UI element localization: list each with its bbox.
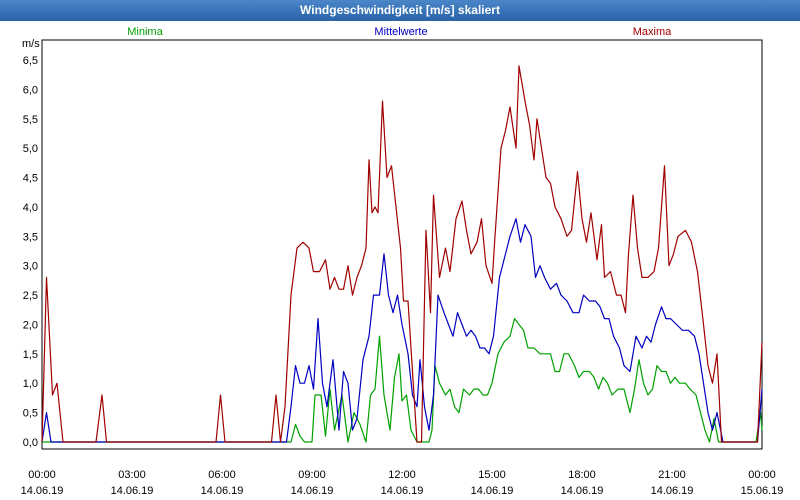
legend-entry-maxima: Maxima (633, 26, 672, 38)
x-tick-time: 00:00 (748, 469, 776, 481)
y-tick-label: 0,0 (23, 437, 38, 449)
x-tick-date: 14.06.19 (291, 485, 334, 497)
x-tick-time: 21:00 (658, 469, 686, 481)
chart-title: Windgeschwindigkeit [m/s] skaliert (300, 3, 500, 17)
x-tick-time: 03:00 (118, 469, 146, 481)
y-tick-label: 6,5 (23, 55, 38, 67)
axes (41, 39, 763, 450)
y-tick-label: 1,5 (23, 349, 38, 361)
x-tick-time: 12:00 (388, 469, 416, 481)
x-tick-time: 06:00 (208, 469, 236, 481)
y-tick-label: 5,5 (23, 114, 38, 126)
y-tick-label: 4,5 (23, 173, 38, 185)
y-tick-label: 3,0 (23, 261, 38, 273)
chart-title-bar: Windgeschwindigkeit [m/s] skaliert (0, 0, 800, 21)
line-chart: 0,0 0,5 1,0 1,5 2,0 2,5 3,0 3,5 4,0 4,5 5,0 5,5 6,0 6… (21, 26, 784, 497)
y-tick-labels: 0,0 0,5 1,0 1,5 2,0 2,5 3,0 3,5 4,0 4,5 5,0 5,5 6,0 6… (23, 55, 38, 449)
x-tick-date: 15.06.19 (741, 485, 784, 497)
plot-area (41, 39, 763, 450)
y-tick-label: 4,0 (23, 202, 38, 214)
y-tick-label: 1,0 (23, 378, 38, 390)
y-tick-label: 0,5 (23, 408, 38, 420)
x-tick-date: 14.06.19 (561, 485, 604, 497)
legend-entry-minima: Minima (127, 26, 163, 38)
x-tick-labels: 00:00 14.06.19 03:00 14.06.19 06:00 14.06.19 0… (21, 469, 784, 497)
x-tick-time: 18:00 (568, 469, 596, 481)
x-tick-time: 15:00 (478, 469, 506, 481)
x-tick-date: 14.06.19 (201, 485, 244, 497)
chart-window: Windgeschwindigkeit [m/s] skaliert 0,0 0,… (0, 0, 800, 500)
x-tick-date: 14.06.19 (21, 485, 64, 497)
legend-entry-mittelwerte: Mittelwerte (374, 26, 427, 38)
y-axis-label: m/s (22, 38, 40, 50)
x-tick-date: 14.06.19 (381, 485, 424, 497)
x-tick-date: 14.06.19 (111, 485, 154, 497)
y-tick-label: 2,5 (23, 290, 38, 302)
x-tick-time: 00:00 (28, 469, 56, 481)
y-tick-label: 6,0 (23, 84, 38, 96)
x-tick-time: 09:00 (298, 469, 326, 481)
x-tick-date: 14.06.19 (471, 485, 514, 497)
y-tick-label: 3,5 (23, 231, 38, 243)
y-tick-label: 2,0 (23, 319, 38, 331)
legend: Minima Mittelwerte Maxima (127, 26, 672, 38)
y-tick-label: 5,0 (23, 143, 38, 155)
x-tick-date: 14.06.19 (651, 485, 694, 497)
